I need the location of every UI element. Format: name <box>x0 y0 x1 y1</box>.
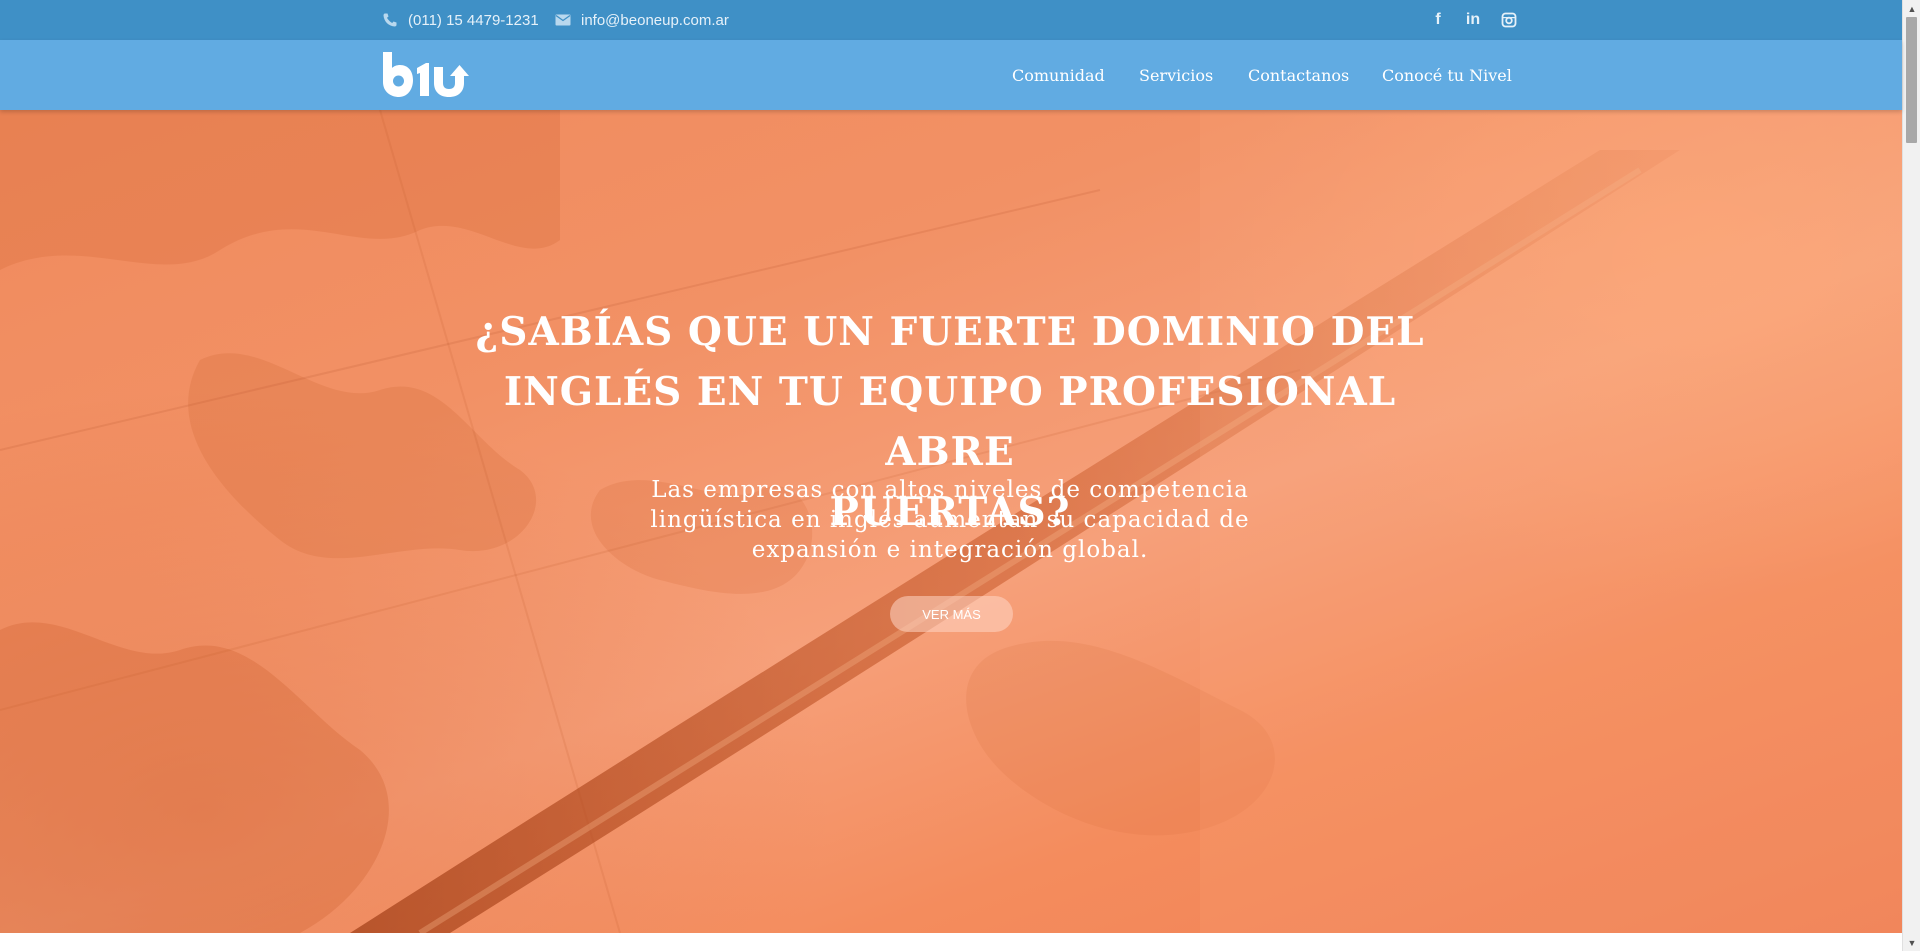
main-navbar: Comunidad Servicios Contactanos Conocé t… <box>0 40 1902 110</box>
hero-section: ¿SABÍAS QUE UN FUERTE DOMINIO DEL INGLÉS… <box>0 110 1902 933</box>
ver-mas-button[interactable]: VER MÁS <box>890 596 1013 632</box>
brand-logo[interactable] <box>381 50 481 100</box>
b1u-logo-icon <box>383 52 469 97</box>
instagram-icon[interactable] <box>1499 10 1519 30</box>
scrollbar-thumb[interactable] <box>1906 17 1917 143</box>
top-contact-bar: (011) 15 4479-1231 info@beoneup.com.ar f… <box>0 0 1902 40</box>
hero-subtitle-line: Las empresas con altos niveles de compet… <box>651 477 1249 503</box>
scroll-down-arrow-icon[interactable]: ▼ <box>1903 934 1920 951</box>
hero-title-line: ¿SABÍAS QUE UN FUERTE DOMINIO DEL <box>475 309 1425 355</box>
social-links: f in <box>0 0 1902 40</box>
facebook-icon[interactable]: f <box>1428 10 1448 30</box>
hero-subtitle: Las empresas con altos niveles de compet… <box>600 475 1300 565</box>
page-scrollbar[interactable]: ▲ ▼ <box>1902 0 1920 951</box>
hero-subtitle-line: expansión e integración global. <box>751 537 1149 563</box>
scroll-up-arrow-icon[interactable]: ▲ <box>1903 0 1920 17</box>
nav-item-servicios[interactable]: Servicios <box>1139 66 1213 85</box>
nav-item-comunidad[interactable]: Comunidad <box>1012 66 1105 85</box>
hero-title-line: INGLÉS EN TU EQUIPO PROFESIONAL ABRE <box>503 369 1397 475</box>
linkedin-icon[interactable]: in <box>1463 10 1483 30</box>
nav-item-contactanos[interactable]: Contactanos <box>1248 66 1349 85</box>
hero-subtitle-line: lingüística en inglés aumentan su capaci… <box>650 507 1250 533</box>
nav-item-conoce-tu-nivel[interactable]: Conocé tu Nivel <box>1382 66 1512 85</box>
